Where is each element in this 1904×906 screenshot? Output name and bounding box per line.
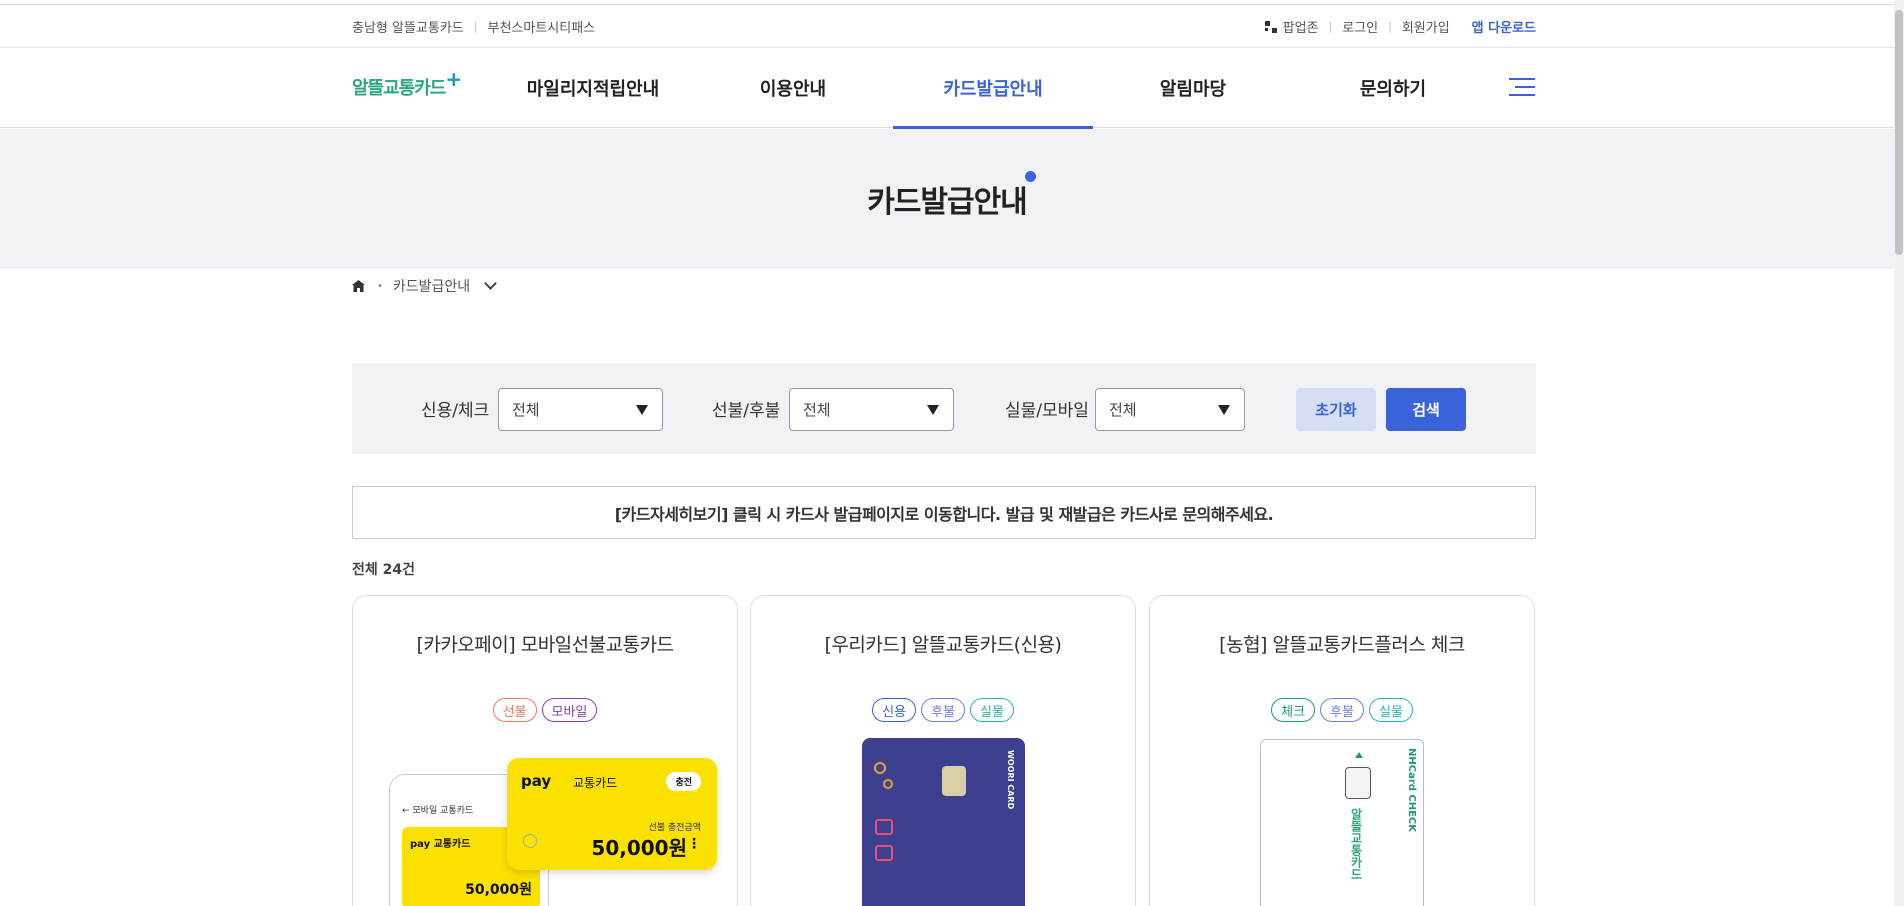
utility-bar: 충남형 알뜰교통카드 | 부천스마트시티패스 팝업존 | 로그인 | 회원가입 … bbox=[0, 5, 1894, 48]
charge-badge: 충전 bbox=[666, 772, 701, 791]
main-navigation: 알뜰교통카드+ 마일리지적립안내 이용안내 카드발급안내 알림마당 문의하기 bbox=[0, 48, 1894, 129]
dropdown-arrow-icon bbox=[636, 405, 648, 415]
chevron-down-icon[interactable] bbox=[484, 276, 498, 290]
gnb-menu: 마일리지적립안내 이용안내 카드발급안내 알림마당 문의하기 bbox=[493, 48, 1493, 129]
card-tags: 선불 모바일 bbox=[353, 698, 737, 722]
popupzone-link[interactable]: 팝업존 bbox=[1283, 17, 1319, 36]
logo-plus: + bbox=[445, 67, 462, 91]
card-decoration-icon bbox=[874, 762, 893, 861]
phone-header-text: ← 모바일 교통카드 bbox=[402, 806, 474, 816]
util-link-chungnam[interactable]: 충남형 알뜰교통카드 bbox=[352, 17, 464, 36]
page-title: 카드발급안내 bbox=[867, 185, 1028, 220]
breadcrumb-separator: • bbox=[377, 280, 383, 292]
signup-link[interactable]: 회원가입 bbox=[1402, 17, 1450, 36]
kakaopay-logo: pay bbox=[521, 772, 552, 790]
card-brand: NHCard CHECK bbox=[1406, 748, 1417, 833]
separator: | bbox=[1388, 20, 1392, 33]
breadcrumb-current: 카드발급안내 bbox=[392, 279, 471, 295]
kakaopay-card-image: pay 교통카드 충전 선불 충전금액 50,000원 ⋮ bbox=[507, 758, 717, 870]
card-chip bbox=[942, 766, 966, 796]
card-vertical-logo: 알뜰교통카드 bbox=[1349, 808, 1363, 880]
balance-amount: 50,000원 bbox=[591, 836, 687, 860]
card-brand: WOORI CARD bbox=[1006, 750, 1015, 810]
reset-button[interactable]: 초기화 bbox=[1296, 388, 1376, 431]
card-title: [카카오페이] 모바일선불교통카드 bbox=[416, 634, 674, 656]
select-value: 전체 bbox=[512, 401, 540, 419]
tag-physical: 실물 bbox=[969, 698, 1014, 722]
card-chip bbox=[1345, 767, 1371, 799]
circle-icon bbox=[523, 834, 537, 848]
select-value: 전체 bbox=[803, 401, 831, 419]
tag-mobile: 모바일 bbox=[541, 698, 598, 722]
page: 충남형 알뜰교통카드 | 부천스마트시티패스 팝업존 | 로그인 | 회원가입 … bbox=[0, 0, 1904, 906]
menu-usage-guide[interactable]: 이용안내 bbox=[693, 48, 893, 128]
home-icon[interactable] bbox=[352, 280, 365, 292]
select-physical-mobile[interactable]: 전체 bbox=[1095, 388, 1245, 431]
util-link-bucheon[interactable]: 부천스마트시티패스 bbox=[488, 17, 596, 36]
card-title: [우리카드] 알뜰교통카드(신용) bbox=[824, 634, 1062, 656]
hamburger-menu-icon[interactable] bbox=[1509, 78, 1535, 98]
menu-notice[interactable]: 알림마당 bbox=[1093, 48, 1293, 128]
dropdown-arrow-icon bbox=[927, 405, 939, 415]
breadcrumb: • 카드발급안내 bbox=[352, 276, 498, 296]
phone-mini-pay: pay 교통카드 bbox=[410, 839, 471, 850]
scrollbar-thumb[interactable] bbox=[1895, 10, 1903, 255]
card-filter: 신용/체크 전체 선불/후불 전체 실물/모바일 전체 초기화 검색 bbox=[352, 363, 1536, 454]
more-icon: ⋮ bbox=[687, 836, 701, 852]
filter-label-prepay-postpay: 선불/후불 bbox=[712, 401, 781, 421]
select-credit-check[interactable]: 전체 bbox=[498, 388, 663, 431]
menu-mileage[interactable]: 마일리지적립안내 bbox=[493, 48, 693, 128]
login-link[interactable]: 로그인 bbox=[1342, 17, 1378, 36]
logo-text: 알뜰교통카드 bbox=[352, 78, 446, 99]
card-item-kakaopay[interactable]: [카카오페이] 모바일선불교통카드 선불 모바일 ← 모바일 교통카드 pay … bbox=[352, 595, 738, 906]
card-tags: 신용 후불 실물 bbox=[751, 698, 1135, 722]
title-dot-decoration bbox=[1025, 171, 1036, 182]
select-prepay-postpay[interactable]: 전체 bbox=[789, 388, 954, 431]
menu-card-issuance[interactable]: 카드발급안내 bbox=[893, 48, 1093, 129]
tag-credit: 신용 bbox=[872, 698, 917, 722]
filter-label-credit-check: 신용/체크 bbox=[421, 401, 490, 421]
card-tags: 체크 후불 실물 bbox=[1150, 698, 1534, 722]
select-value: 전체 bbox=[1109, 401, 1137, 419]
menu-inquiry[interactable]: 문의하기 bbox=[1293, 48, 1493, 128]
card-title: [농협] 알뜰교통카드플러스 체크 bbox=[1219, 634, 1465, 656]
woori-card-image: WOORI CARD bbox=[862, 738, 1025, 906]
card-type-text: 교통카드 bbox=[573, 776, 618, 790]
tag-postpay: 후불 bbox=[1320, 698, 1364, 722]
tag-check: 체크 bbox=[1271, 698, 1316, 722]
nh-card-image: NHCard CHECK 알뜰교통카드 bbox=[1260, 739, 1424, 906]
app-download-link[interactable]: 앱 다운로드 bbox=[1472, 17, 1536, 36]
separator: | bbox=[473, 20, 478, 33]
phone-mini-amount: 50,000원 bbox=[465, 882, 532, 898]
tag-prepay: 선불 bbox=[492, 698, 537, 722]
tag-physical: 실물 bbox=[1368, 698, 1413, 722]
popup-grid-icon[interactable] bbox=[1264, 20, 1277, 33]
site-logo[interactable]: 알뜰교통카드+ bbox=[352, 67, 462, 100]
tag-postpay: 후불 bbox=[921, 698, 965, 722]
filter-label-physical-mobile: 실물/모바일 bbox=[1005, 401, 1089, 421]
page-hero: 카드발급안내 bbox=[0, 129, 1894, 269]
dropdown-arrow-icon bbox=[1218, 405, 1230, 415]
total-count: 전체 24건 bbox=[352, 562, 415, 578]
page-scrollbar[interactable] bbox=[1894, 0, 1904, 906]
issuance-notice: [카드자세히보기] 클릭 시 카드사 발급페이지로 이동합니다. 발급 및 재발… bbox=[352, 486, 1536, 539]
separator: | bbox=[1328, 20, 1333, 33]
triangle-icon bbox=[1355, 752, 1363, 758]
card-item-woori[interactable]: [우리카드] 알뜰교통카드(신용) 신용 후불 실물 WOORI CARD bbox=[750, 595, 1136, 906]
card-item-nh[interactable]: [농협] 알뜰교통카드플러스 체크 체크 후불 실물 NHCard CHECK … bbox=[1149, 595, 1535, 906]
search-button[interactable]: 검색 bbox=[1386, 388, 1466, 431]
